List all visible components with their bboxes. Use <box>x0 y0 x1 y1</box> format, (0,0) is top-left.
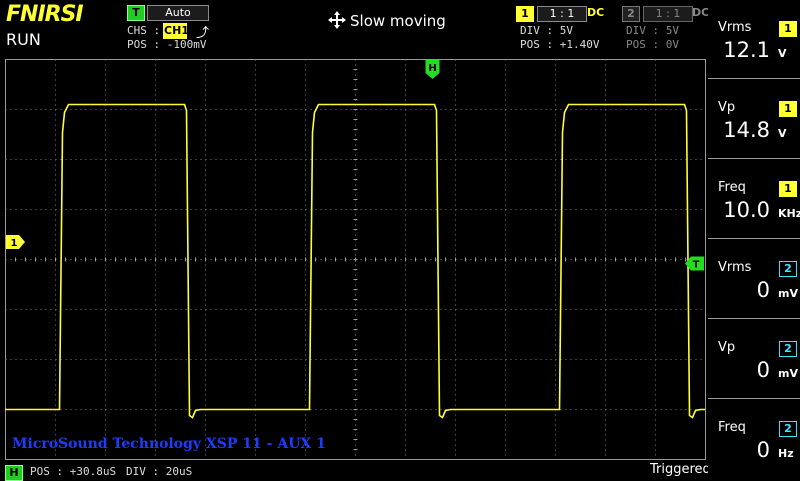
measurement-value: 12.1 <box>723 38 770 62</box>
measurement-ch2-freq[interactable]: Freq 2 0 Hz <box>708 400 800 478</box>
ch2-div: DIV : 5V <box>626 24 679 37</box>
measurement-label: Vp <box>718 100 736 115</box>
measurement-channel-badge: 1 <box>779 181 797 197</box>
measurement-label: Vrms <box>718 260 752 275</box>
ch1-coupling[interactable]: DC <box>587 6 604 19</box>
measurement-label: Vp <box>718 340 736 355</box>
measurement-ch1-vrms[interactable]: Vrms 1 12.1 V <box>708 0 800 79</box>
measurement-unit: KHz <box>778 207 800 220</box>
ch2-coupling[interactable]: DC <box>692 6 709 19</box>
trigger-mode[interactable]: Auto <box>147 5 209 21</box>
run-status[interactable]: RUN <box>6 30 41 49</box>
trigger-status: Triggered <box>650 462 711 477</box>
timebase-div: DIV : 20uS <box>126 465 193 478</box>
measurement-ch1-freq[interactable]: Freq 1 10.0 KHz <box>708 160 800 239</box>
trigger-source[interactable]: CH1 <box>163 23 189 39</box>
measurement-label: Vrms <box>718 20 752 35</box>
ch2-probe[interactable]: 1 : 1 <box>643 6 693 22</box>
measurement-label: Freq <box>718 180 746 195</box>
brand-logo: FNIRSI <box>6 2 84 27</box>
timebase-position: POS : +30.8uS <box>30 465 117 478</box>
ch2-badge[interactable]: 2 <box>622 6 640 22</box>
measurement-value: 0 <box>756 438 770 462</box>
ch1-probe[interactable]: 1 : 1 <box>537 6 587 22</box>
measurement-channel-badge: 2 <box>779 261 797 277</box>
timebase-badge[interactable]: H <box>5 465 23 481</box>
scope-display[interactable]: H 1 T <box>5 59 706 460</box>
t-marker-label: T <box>693 260 700 271</box>
measurement-panel: Vrms 1 12.1 V Vp 1 14.8 V Freq 1 10.0 KH… <box>708 0 800 480</box>
move-mode-label[interactable]: Slow moving <box>350 12 446 30</box>
measurement-channel-badge: 1 <box>779 101 797 117</box>
measurement-ch2-vrms[interactable]: Vrms 2 0 mV <box>708 240 800 319</box>
measurement-unit: mV <box>778 287 798 300</box>
ch1-marker-label: 1 <box>11 238 18 249</box>
measurement-unit: V <box>778 127 787 140</box>
measurement-unit: V <box>778 47 787 60</box>
h-marker-label: H <box>428 63 436 74</box>
measurement-value: 14.8 <box>723 118 770 142</box>
move-arrows-icon <box>328 11 346 29</box>
measurement-channel-badge: 2 <box>779 341 797 357</box>
ch1-pos: POS : +1.40V <box>520 38 600 51</box>
ch1-badge[interactable]: 1 <box>516 6 534 22</box>
trigger-source-label: CHS : <box>127 24 161 37</box>
measurement-channel-badge: 2 <box>779 421 797 437</box>
measurement-value: 10.0 <box>723 198 770 222</box>
measurement-ch1-vp[interactable]: Vp 1 14.8 V <box>708 80 800 159</box>
ch2-pos: POS : 0V <box>626 38 679 51</box>
measurement-unit: mV <box>778 367 798 380</box>
trigger-badge: T <box>127 5 145 21</box>
watermark-text: MicroSound Technology XSP 11 - AUX 1 <box>12 436 326 452</box>
measurement-ch2-vp[interactable]: Vp 2 0 mV <box>708 320 800 399</box>
measurement-unit: Hz <box>778 447 794 460</box>
measurement-value: 0 <box>756 358 770 382</box>
trigger-position: POS : -100mV <box>127 38 207 51</box>
measurement-value: 0 <box>756 278 770 302</box>
measurement-label: Freq <box>718 420 746 435</box>
measurement-channel-badge: 1 <box>779 21 797 37</box>
ch1-div: DIV : 5V <box>520 24 573 37</box>
